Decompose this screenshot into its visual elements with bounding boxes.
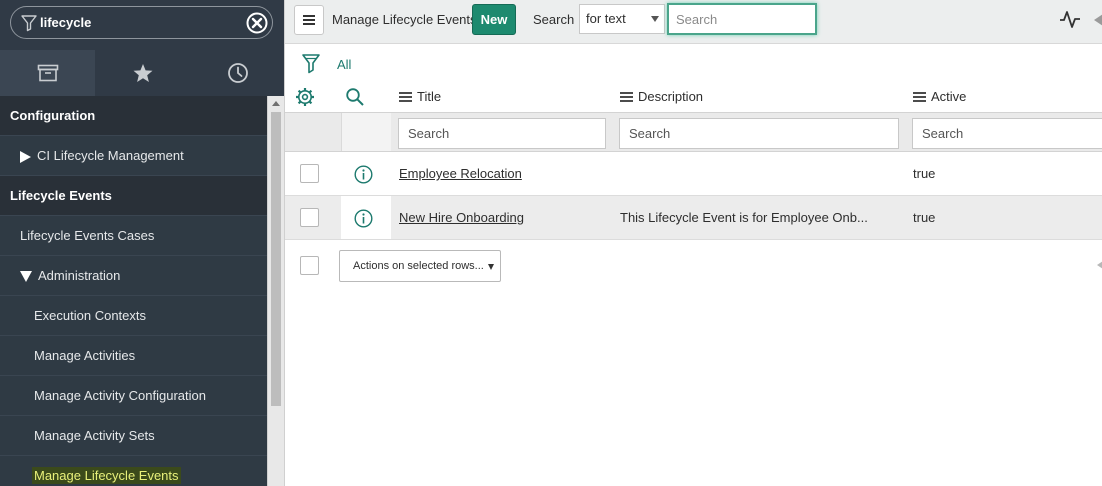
nav-item-label: Execution Contexts [34, 308, 147, 323]
archive-box-icon [37, 64, 58, 82]
list-title: Manage Lifecycle Events [332, 12, 477, 27]
search-field-select[interactable]: for text [579, 4, 665, 34]
navigator-filter-bar: lifecycle [0, 0, 284, 45]
star-icon [133, 64, 152, 82]
nav-module-ci-lifecycle-management[interactable]: CI Lifecycle Management [0, 136, 267, 176]
actions-select-value: Actions on selected rows... [353, 260, 484, 272]
info-circle-icon[interactable] [354, 209, 373, 228]
column-search-spacer [341, 113, 391, 151]
list-footer: Actions on selected rows... [285, 244, 1102, 288]
breadcrumb-all-link[interactable]: All [337, 57, 351, 72]
nav-item-label: Manage Activity Configuration [34, 388, 206, 403]
record-active: true [913, 166, 936, 181]
record-description: This Lifecycle Event is for Employee Onb… [620, 210, 868, 225]
search-field-value: for text [586, 11, 626, 26]
column-menu-icon[interactable] [913, 91, 926, 102]
tab-all-applications[interactable] [0, 50, 95, 96]
column-header-label: Title [417, 89, 442, 104]
list-search-input[interactable] [667, 3, 817, 35]
scrollbar-thumb[interactable] [271, 112, 281, 406]
nav-item-label: Manage Activities [34, 348, 136, 363]
chevron-down-icon [488, 264, 494, 270]
column-menu-icon[interactable] [399, 91, 412, 102]
nav-item-execution-contexts[interactable]: Execution Contexts [0, 296, 267, 336]
row-checkbox[interactable] [300, 164, 319, 183]
column-header-description[interactable]: Description [620, 89, 703, 104]
expand-triangle-icon[interactable] [20, 150, 31, 163]
nav-section-label: Configuration [10, 108, 96, 123]
actions-on-selected-rows-select[interactable]: Actions on selected rows... [339, 250, 501, 282]
nav-module-label: Administration [38, 268, 121, 283]
tab-history[interactable] [190, 50, 284, 96]
chevron-left-icon[interactable] [1094, 14, 1102, 26]
record-title-link[interactable]: Employee Relocation [399, 166, 522, 181]
nav-module-label: Lifecycle Events Cases [20, 228, 155, 243]
navigator-tabs [0, 50, 284, 96]
description-column-search-input[interactable] [619, 118, 899, 149]
column-search-row [285, 112, 1102, 152]
nav-module-administration[interactable]: Administration [0, 256, 267, 296]
nav-module-label: CI Lifecycle Management [37, 148, 184, 163]
search-icon[interactable] [345, 87, 365, 107]
select-all-checkbox[interactable] [300, 256, 319, 275]
column-header-label: Active [931, 89, 967, 104]
gear-icon[interactable] [295, 87, 315, 107]
activity-stream-icon[interactable] [1059, 8, 1081, 30]
nav-item-label: Manage Lifecycle Events [32, 467, 181, 484]
record-title-link[interactable]: New Hire Onboarding [399, 210, 524, 225]
record-active: true [913, 210, 936, 225]
navigator-module-list: Configuration CI Lifecycle Management Li… [0, 96, 267, 486]
clock-icon [227, 63, 248, 83]
scroll-up-arrow-icon[interactable] [272, 101, 280, 106]
row-info-cell [341, 152, 391, 195]
nav-module-lifecycle-events-cases[interactable]: Lifecycle Events Cases [0, 216, 267, 256]
navigator-filter-value: lifecycle [40, 15, 92, 30]
chevron-left-icon[interactable] [1097, 261, 1102, 269]
column-header-row: Title Description Active [285, 83, 1102, 112]
active-column-search-input[interactable] [912, 118, 1102, 149]
collapse-triangle-icon[interactable] [20, 271, 32, 283]
nav-item-manage-lifecycle-events[interactable]: Manage Lifecycle Events [0, 456, 267, 486]
filter-funnel-icon[interactable] [301, 53, 321, 75]
column-header-active[interactable]: Active [913, 89, 966, 104]
nav-section-label: Lifecycle Events [10, 188, 112, 203]
navigator-scrollbar[interactable] [267, 96, 284, 486]
nav-item-manage-activity-sets[interactable]: Manage Activity Sets [0, 416, 267, 456]
table-row: New Hire Onboarding This Lifecycle Event… [285, 196, 1102, 240]
chevron-down-icon [651, 16, 659, 22]
column-header-label: Description [638, 89, 704, 104]
column-menu-icon[interactable] [620, 91, 633, 102]
table-row: Employee Relocation true [285, 152, 1102, 196]
new-button[interactable]: New [472, 4, 516, 35]
funnel-icon [21, 15, 37, 32]
tab-favorites[interactable] [95, 50, 190, 96]
application-navigator: lifecycle Configuration CI Lifecycle Man… [0, 0, 284, 486]
nav-item-label: Manage Activity Sets [34, 428, 155, 443]
list-header: Manage Lifecycle Events New Search for t… [285, 0, 1102, 44]
list-view: Manage Lifecycle Events New Search for t… [284, 0, 1102, 486]
row-info-cell [341, 196, 391, 239]
hamburger-icon [303, 15, 315, 25]
list-menu-button[interactable] [294, 5, 324, 35]
nav-section-configuration[interactable]: Configuration [0, 96, 267, 136]
nav-section-lifecycle-events[interactable]: Lifecycle Events [0, 176, 267, 216]
info-circle-icon[interactable] [354, 165, 373, 184]
row-checkbox[interactable] [300, 208, 319, 227]
column-header-title[interactable]: Title [399, 89, 441, 104]
breadcrumb: All [285, 46, 1102, 84]
navigator-filter-input[interactable]: lifecycle [10, 6, 273, 39]
clear-circle-icon[interactable] [246, 12, 268, 34]
search-label: Search [533, 12, 575, 27]
title-column-search-input[interactable] [398, 118, 606, 149]
nav-item-manage-activities[interactable]: Manage Activities [0, 336, 267, 376]
nav-item-manage-activity-configuration[interactable]: Manage Activity Configuration [0, 376, 267, 416]
